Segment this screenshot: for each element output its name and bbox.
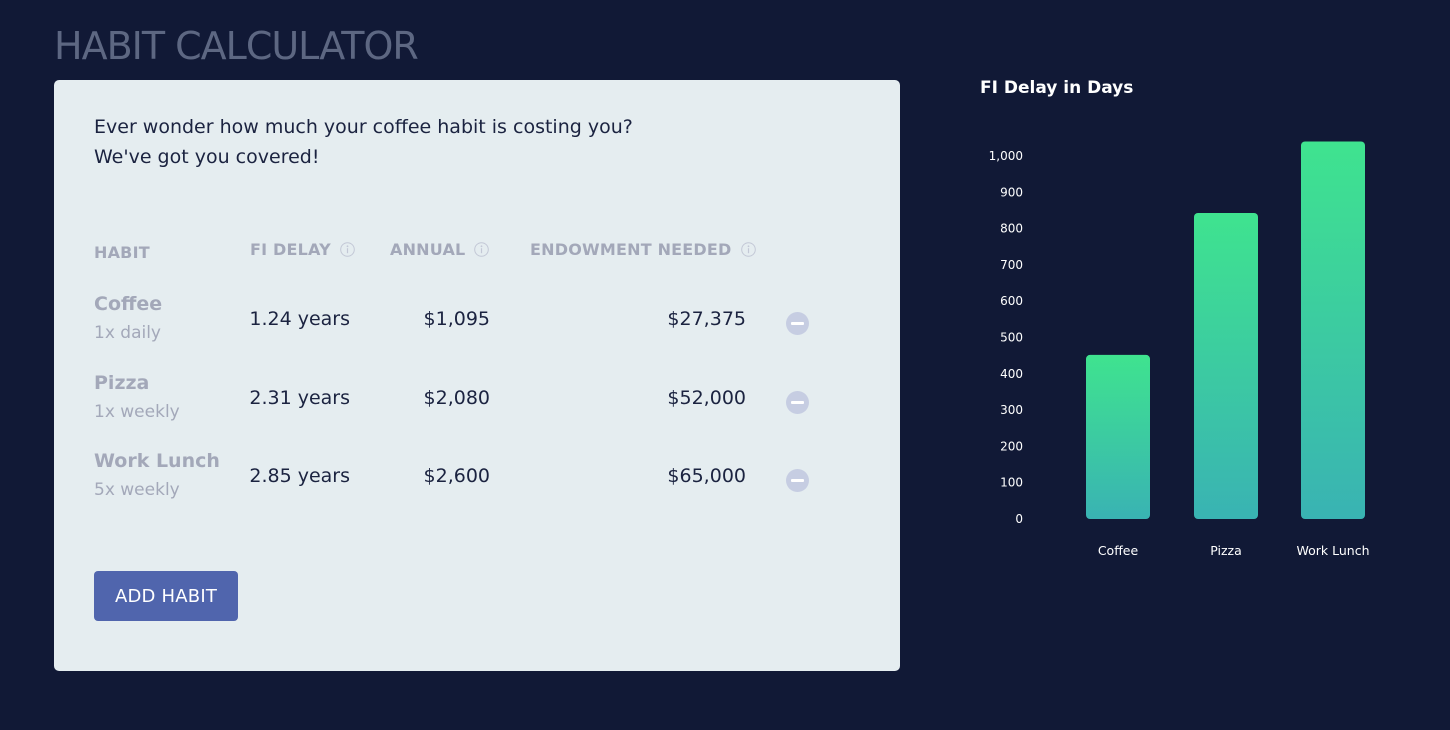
bar-pizza [1194, 212, 1258, 519]
x-tick-label: Work Lunch [1296, 543, 1369, 558]
column-header-fi-delay: FI DELAY [250, 240, 355, 259]
add-habit-button[interactable]: ADD HABIT [94, 571, 238, 621]
minus-icon [791, 322, 804, 325]
info-icon[interactable] [340, 242, 355, 257]
habit-name: Pizza [94, 372, 150, 394]
y-tick-label: 300 [1000, 403, 1023, 417]
column-header-annual: ANNUAL [390, 240, 490, 259]
endowment-value: $52,000 [667, 387, 746, 409]
column-header-annual-label: ANNUAL [390, 240, 466, 259]
fi-delay-value: 2.85 years [249, 465, 350, 487]
column-header-habit: HABIT [94, 243, 150, 262]
habit-frequency: 5x weekly [94, 480, 180, 500]
minus-icon [791, 401, 804, 404]
endowment-value: $27,375 [667, 308, 746, 330]
bar-coffee [1086, 354, 1150, 519]
y-tick-label: 200 [1000, 439, 1023, 453]
habit-row: Coffee 1x daily 1.24 years $1,095 $27,37… [54, 293, 900, 363]
intro-text: Ever wonder how much your coffee habit i… [94, 112, 633, 172]
remove-habit-button[interactable] [786, 391, 809, 414]
fi-delay-bar-chart: 0 100 200 300 400 500 600 700 800 900 1,000 Coffee P… [989, 141, 1370, 558]
habit-row: Work Lunch 5x weekly 2.85 years $2,600 $… [54, 450, 900, 520]
column-header-endowment-label: ENDOWMENT NEEDED [530, 240, 732, 259]
habit-name: Coffee [94, 293, 163, 315]
intro-line-1: Ever wonder how much your coffee habit i… [94, 116, 633, 138]
column-header-endowment-needed: ENDOWMENT NEEDED [530, 240, 756, 259]
intro-line-2: We've got you covered! [94, 146, 320, 168]
annual-value: $2,080 [423, 387, 490, 409]
habit-name: Work Lunch [94, 450, 220, 472]
endowment-value: $65,000 [667, 465, 746, 487]
x-tick-label: Pizza [1210, 543, 1242, 558]
remove-habit-button[interactable] [786, 469, 809, 492]
y-tick-label: 800 [1000, 222, 1023, 236]
y-tick-label: 100 [1000, 476, 1023, 490]
y-tick-label: 400 [1000, 367, 1023, 381]
annual-value: $1,095 [423, 308, 490, 330]
remove-habit-button[interactable] [786, 312, 809, 335]
info-icon[interactable] [474, 242, 490, 257]
x-tick-label: Coffee [1098, 543, 1139, 558]
annual-value: $2,600 [423, 465, 490, 487]
y-tick-label: 700 [1000, 258, 1023, 272]
y-tick-label: 0 [1015, 512, 1023, 526]
bar-work-lunch [1301, 141, 1365, 520]
y-tick-label: 600 [1000, 294, 1023, 308]
fi-delay-value: 2.31 years [249, 387, 350, 409]
info-icon[interactable] [740, 242, 756, 257]
habit-frequency: 1x weekly [94, 402, 180, 422]
fi-delay-value: 1.24 years [249, 308, 350, 330]
app-title: HABIT CALCULATOR [54, 24, 419, 68]
habit-frequency: 1x daily [94, 323, 161, 343]
column-header-fi-delay-label: FI DELAY [250, 240, 331, 259]
y-tick-label: 1,000 [989, 149, 1023, 163]
y-tick-label: 900 [1000, 185, 1023, 199]
calculator-card: Ever wonder how much your coffee habit i… [54, 80, 900, 671]
habit-row: Pizza 1x weekly 2.31 years $2,080 $52,00… [54, 372, 900, 442]
y-tick-label: 500 [1000, 331, 1023, 345]
minus-icon [791, 479, 804, 482]
chart-title: FI Delay in Days [980, 78, 1134, 98]
column-header-habit-label: HABIT [94, 243, 150, 262]
